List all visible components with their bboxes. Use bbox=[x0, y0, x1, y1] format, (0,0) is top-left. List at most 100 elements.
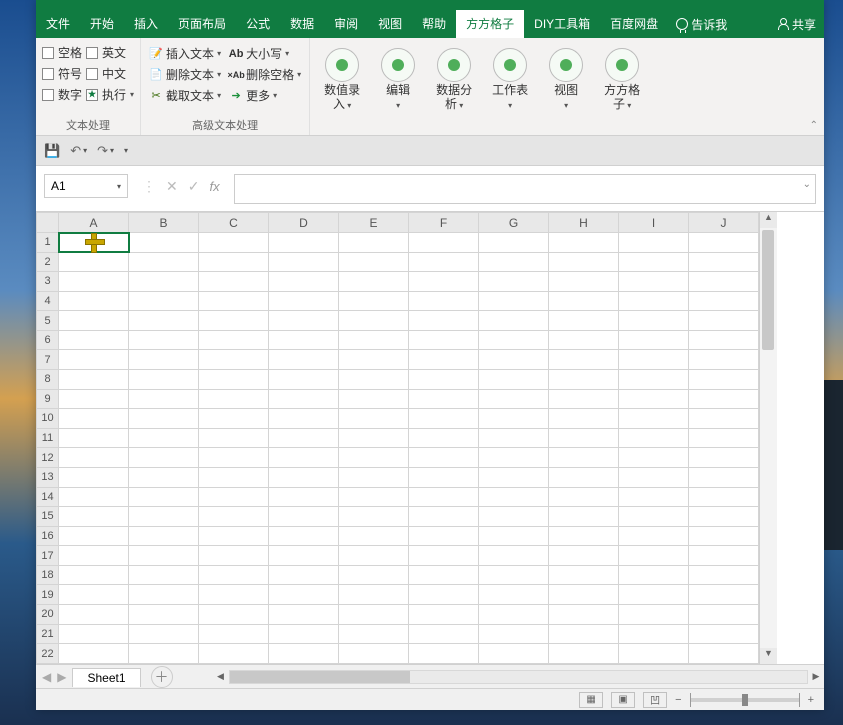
tab-help[interactable]: 帮助 bbox=[412, 10, 456, 38]
cell[interactable] bbox=[199, 448, 269, 468]
cell[interactable] bbox=[549, 507, 619, 527]
cell[interactable] bbox=[59, 546, 129, 566]
cell[interactable] bbox=[689, 448, 759, 468]
cell[interactable] bbox=[59, 585, 129, 605]
cell[interactable] bbox=[689, 585, 759, 605]
cell[interactable] bbox=[549, 370, 619, 390]
cell[interactable] bbox=[59, 448, 129, 468]
cell[interactable] bbox=[619, 546, 689, 566]
row-header[interactable]: 10 bbox=[37, 409, 59, 429]
row-header[interactable]: 20 bbox=[37, 604, 59, 624]
row-header[interactable]: 7 bbox=[37, 350, 59, 370]
zoom-slider[interactable] bbox=[690, 698, 800, 702]
cell[interactable] bbox=[269, 507, 339, 527]
cell[interactable] bbox=[129, 272, 199, 292]
cell[interactable] bbox=[549, 272, 619, 292]
scroll-right-icon[interactable]: ▶ bbox=[808, 671, 824, 682]
normal-view-button[interactable]: ▦ bbox=[579, 692, 603, 708]
col-header[interactable]: G bbox=[479, 213, 549, 233]
cell[interactable] bbox=[619, 585, 689, 605]
cancel-formula-button[interactable]: ✕ bbox=[166, 178, 178, 195]
cell[interactable] bbox=[619, 507, 689, 527]
cell[interactable] bbox=[339, 604, 409, 624]
horizontal-scrollbar[interactable]: ◀ ▶ bbox=[213, 670, 824, 684]
row-header[interactable]: 19 bbox=[37, 585, 59, 605]
cell[interactable] bbox=[409, 546, 479, 566]
cell[interactable] bbox=[409, 526, 479, 546]
expand-formula-bar-button[interactable]: ⌄ bbox=[803, 179, 811, 190]
cell[interactable] bbox=[59, 291, 129, 311]
cell[interactable] bbox=[409, 624, 479, 644]
vertical-scrollbar[interactable]: ▲ ▼ bbox=[759, 212, 777, 664]
cell[interactable] bbox=[339, 311, 409, 331]
cell[interactable] bbox=[59, 252, 129, 272]
cell[interactable] bbox=[549, 467, 619, 487]
row-header[interactable]: 13 bbox=[37, 467, 59, 487]
cell[interactable] bbox=[59, 526, 129, 546]
cell[interactable] bbox=[199, 252, 269, 272]
cell[interactable] bbox=[689, 624, 759, 644]
execute-button[interactable]: ★执行▾ bbox=[86, 86, 134, 103]
add-sheet-button[interactable]: ＋ bbox=[151, 666, 173, 688]
more-button[interactable]: ➔更多▾ bbox=[227, 86, 303, 105]
cell[interactable] bbox=[689, 467, 759, 487]
cell[interactable] bbox=[199, 604, 269, 624]
cell[interactable] bbox=[549, 330, 619, 350]
cell[interactable] bbox=[129, 409, 199, 429]
cell[interactable] bbox=[409, 467, 479, 487]
cell[interactable] bbox=[479, 272, 549, 292]
cell[interactable] bbox=[409, 350, 479, 370]
chk-english[interactable]: 英文 bbox=[86, 44, 134, 61]
cell[interactable] bbox=[129, 644, 199, 664]
col-header[interactable]: J bbox=[689, 213, 759, 233]
cell[interactable] bbox=[59, 507, 129, 527]
zoom-in-button[interactable]: + bbox=[808, 694, 814, 706]
cell[interactable] bbox=[409, 233, 479, 253]
cell[interactable] bbox=[269, 604, 339, 624]
accept-formula-button[interactable]: ✓ bbox=[188, 178, 200, 195]
cell[interactable] bbox=[619, 233, 689, 253]
row-header[interactable]: 15 bbox=[37, 507, 59, 527]
cell[interactable] bbox=[549, 585, 619, 605]
cell[interactable] bbox=[549, 291, 619, 311]
cell[interactable] bbox=[479, 565, 549, 585]
name-box[interactable]: A1 ▾ bbox=[44, 174, 128, 198]
cell[interactable] bbox=[409, 585, 479, 605]
cell[interactable] bbox=[339, 409, 409, 429]
row-header[interactable]: 12 bbox=[37, 448, 59, 468]
tab-formula[interactable]: 公式 bbox=[236, 10, 280, 38]
row-header[interactable]: 17 bbox=[37, 546, 59, 566]
cell[interactable] bbox=[129, 330, 199, 350]
cell[interactable] bbox=[129, 624, 199, 644]
redo-button[interactable]: ↷▾ bbox=[97, 143, 114, 159]
cell[interactable] bbox=[549, 350, 619, 370]
cell[interactable] bbox=[129, 252, 199, 272]
cell[interactable] bbox=[409, 428, 479, 448]
cell[interactable] bbox=[619, 565, 689, 585]
cell[interactable] bbox=[59, 311, 129, 331]
cell[interactable] bbox=[199, 428, 269, 448]
cell[interactable] bbox=[339, 428, 409, 448]
cell[interactable] bbox=[59, 370, 129, 390]
cell[interactable] bbox=[479, 252, 549, 272]
col-header[interactable]: D bbox=[269, 213, 339, 233]
cell[interactable] bbox=[689, 252, 759, 272]
cell[interactable] bbox=[339, 233, 409, 253]
cell[interactable] bbox=[549, 526, 619, 546]
data-analysis-button[interactable]: 数据分析 ▾ bbox=[428, 44, 480, 112]
cell[interactable] bbox=[479, 448, 549, 468]
edit-button[interactable]: 编辑▾ bbox=[372, 44, 424, 112]
tab-home[interactable]: 开始 bbox=[80, 10, 124, 38]
cell[interactable] bbox=[689, 644, 759, 664]
cell[interactable] bbox=[269, 487, 339, 507]
cell[interactable] bbox=[479, 428, 549, 448]
cell[interactable] bbox=[549, 409, 619, 429]
cell[interactable] bbox=[339, 624, 409, 644]
numeric-entry-button[interactable]: 数值录入 ▾ bbox=[316, 44, 368, 112]
cell[interactable] bbox=[339, 585, 409, 605]
cell[interactable] bbox=[269, 624, 339, 644]
tab-fangfanggezi[interactable]: 方方格子 bbox=[456, 10, 524, 38]
scroll-up-icon[interactable]: ▲ bbox=[760, 212, 777, 228]
cell[interactable] bbox=[129, 233, 199, 253]
cell[interactable] bbox=[619, 604, 689, 624]
